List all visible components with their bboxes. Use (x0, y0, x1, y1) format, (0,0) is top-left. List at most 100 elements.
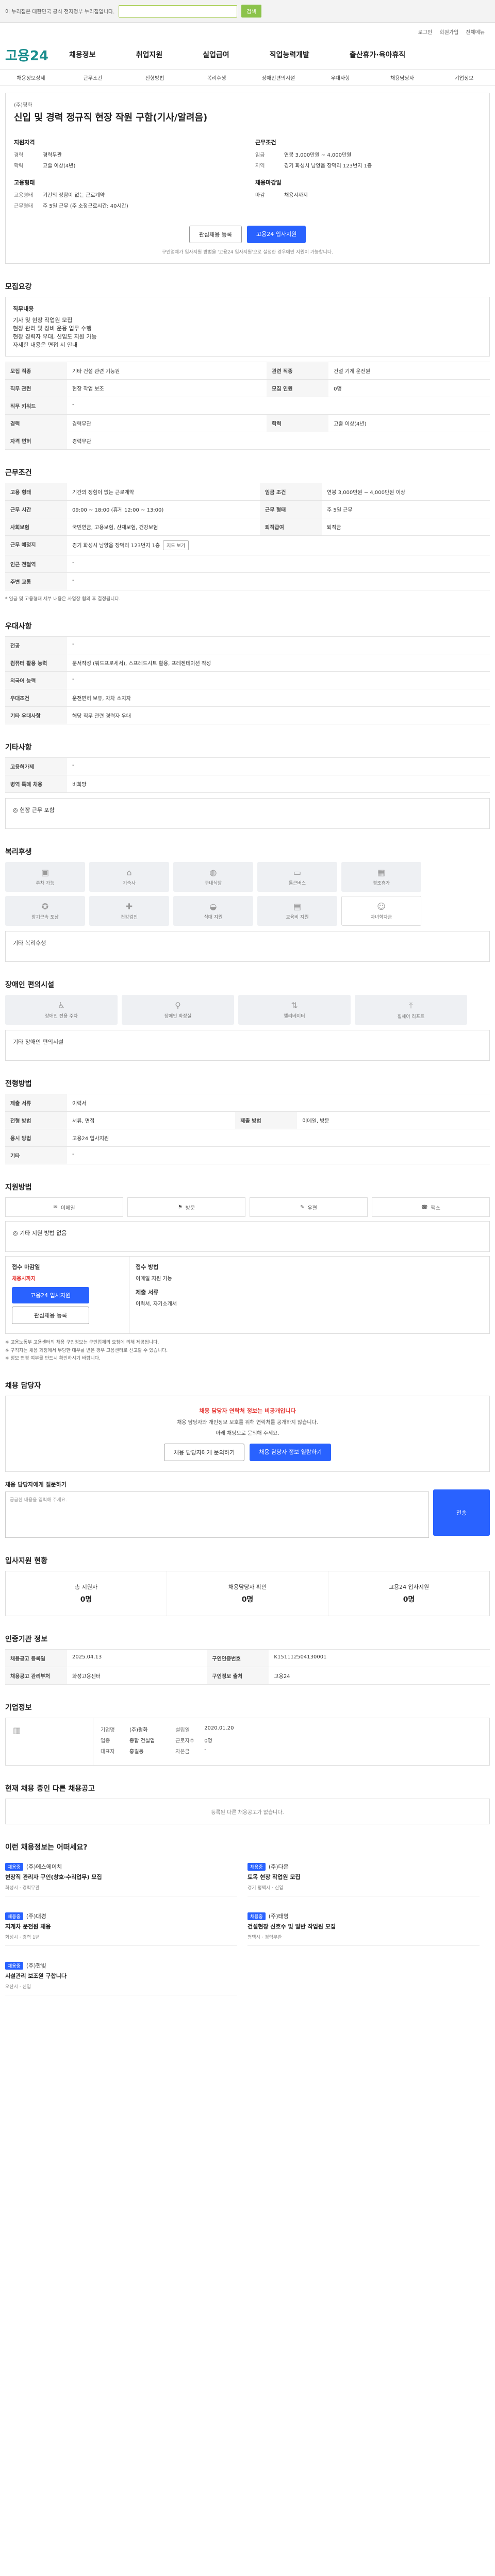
calendar-icon: ▦ (377, 868, 386, 878)
welfare-item: ▭ 통근버스 (257, 862, 337, 892)
welfare-box: 기타 복리후생 (5, 931, 490, 962)
all-menu-link[interactable]: 전체메뉴 (466, 28, 485, 36)
gnb-support[interactable]: 취업지원 (136, 49, 163, 60)
apply-notes: ※ 고용노동부 고용센터의 채용 구인정보는 구인업체의 요청에 의해 제공됩니… (5, 1340, 168, 1361)
list-item[interactable]: 채용중 (주)태명 건설현장 신호수 및 일반 작업원 모집 평택시 · 경력무관 (248, 1907, 480, 1946)
welfare-item: ▣ 주차 가능 (5, 862, 85, 892)
job-title: 신입 및 경력 정규직 현장 작원 구함(기사/알려음) (14, 112, 208, 123)
signup-link[interactable]: 회원가입 (439, 28, 458, 36)
fax-icon: ☎ (421, 1204, 428, 1210)
book-icon: ▤ (293, 902, 302, 912)
contact-title: 채용 담당자 (5, 1382, 41, 1391)
detail-table: 모집 직종 기타 건설 관련 기능원 관련 직종 건설 기계 운전원 직무 관련 현장 … (5, 362, 490, 450)
gnb-benefit[interactable]: 실업급여 (203, 49, 229, 60)
gnb-training[interactable]: 직업능력개발 (270, 49, 309, 60)
facility-title: 장애인 편의시설 (5, 981, 55, 990)
search-button[interactable]: 검색 (241, 5, 261, 18)
list-item[interactable]: 채용중 (주)한빛 시설관리 보조원 구합니다 오산시 · 신입 (5, 1956, 237, 1996)
gov-notice: 이 누리집은 대한민국 공식 전자정부 누리집입니다. (5, 9, 115, 15)
deadline: 채용시까지 (12, 1276, 36, 1282)
gov-banner: 이 누리집은 대한민국 공식 전자정부 누리집입니다. 검색 (0, 0, 495, 23)
apply-stats: 총 지원자 0명 채용담당자 확인 0명 고용24 입사지원 0명 (5, 1571, 490, 1617)
facility-grid: ♿ 장애인 전용 주차 ⚲ 장애인 화장실 ⇅ 엘리베이터 ⤒ 휠체어 리프트 (5, 995, 490, 1025)
apply-panel: 접수 마감일 채용시까지 고용24 입사지원 관심채용 등록 접수 방법 이메일… (5, 1256, 490, 1334)
gnb-jobs[interactable]: 채용정보 (69, 49, 96, 60)
child-icon: ☺ (377, 902, 386, 912)
contact-ask-button[interactable]: 채용 담당자에게 문의하기 (163, 1444, 245, 1462)
interest-button[interactable]: 관심채용 등록 (189, 226, 242, 243)
company-box: ▥ 기업명 (주)평화 업종 종합 건설업 대표자 홍길동 설립일 2020.01.20… (5, 1718, 490, 1766)
stats-title: 입사지원 현황 (5, 1557, 48, 1566)
prefer-title: 우대사항 (5, 622, 32, 631)
house-icon: ⌂ (126, 868, 132, 878)
welfare-item: ⌂ 기숙사 (89, 862, 169, 892)
apply-button[interactable]: 고용24 입사지원 (247, 226, 306, 243)
extra-title: 기타사항 (5, 743, 32, 752)
site-logo[interactable]: 고용24 (5, 45, 48, 64)
welfare-item: ▤ 교육비 지원 (257, 896, 337, 926)
list-item[interactable]: 채용중 (주)다온 토목 현장 작업원 모집 경기 평택시 · 신입 (248, 1857, 480, 1897)
toilet-icon: ⚲ (175, 1001, 181, 1011)
facility-box: 기타 장애인 편의시설 (5, 1030, 490, 1061)
elevator-icon: ⇅ (291, 1001, 298, 1011)
welfare-item: ✪ 장기근속 포상 (5, 896, 85, 926)
health-icon: ✚ (125, 902, 133, 912)
interest-button-2[interactable]: 관심채용 등록 (12, 1307, 89, 1325)
welfare-item: ◍ 구내식당 (173, 862, 253, 892)
global-nav: 채용정보 취업지원 실업급여 직업능력개발 출산휴가·육아휴직 (69, 49, 405, 60)
method-post: ✎ 우편 (250, 1197, 368, 1217)
meal-icon: ◍ (209, 868, 217, 878)
welfare-grid: ▣ 주차 가능 ⌂ 기숙사 ◍ 구내식당 ▭ 통근버스 ▦ 경조휴가 ✪ 장기근속 포상 ✚… (5, 862, 490, 926)
facility-item: ⚲ 장애인 화장실 (122, 995, 234, 1025)
conditions-table: 고용 형태 기간의 정함이 없는 근로계약 임금 조건 연봉 3,000만원 ~ 4,… (5, 483, 490, 590)
util-bar: 로그인 회원가입 전체메뉴 (0, 23, 495, 40)
same-title: 현재 채용 중인 다른 채용공고 (5, 1785, 95, 1793)
method-visit: ⚑ 방문 (127, 1197, 245, 1217)
list-item[interactable]: 채용중 (주)대경 지게차 운전원 채용 화성시 · 경력 1년 (5, 1907, 237, 1946)
detail-title: 모집요강 (5, 283, 32, 291)
map-button[interactable]: 지도 보기 (163, 540, 189, 550)
contact-box: 채용 담당자 연락처 정보는 비공개입니다 채용 담당자와 개인정보 보호를 위… (5, 1396, 490, 1472)
login-link[interactable]: 로그인 (418, 28, 433, 36)
company-name[interactable]: (주)평화 (14, 100, 481, 108)
condition-col: 근무조건 임금 연봉 3,000만원 ~ 4,000만원 지역 경기 화성시 남양읍… (255, 139, 372, 198)
award-icon: ✪ (41, 902, 49, 912)
chat-input[interactable]: 궁금한 내용을 입력해 주세요. (5, 1492, 429, 1538)
prefer-table: 전공 - 컴퓨터 활용 능력 문서작성 (워드프로세서), 스프레드시트 활용, 프… (5, 636, 490, 725)
contact-view-button[interactable]: 채용 담당자 정보 열람하기 (250, 1444, 332, 1462)
tab-facility[interactable]: 장애인편의시설 (248, 74, 309, 81)
info-table: 채용공고 등록일 2025.04.13 구인인증번호 K151112504130001… (5, 1649, 490, 1685)
parking-icon: ▣ (41, 868, 50, 878)
chat-send-button[interactable]: 전송 (433, 1489, 490, 1536)
apply-methods: ✉ 이메일 ⚑ 방문 ✎ 우편 ☎ 팩스 (5, 1197, 490, 1217)
welfare-item: ▦ 경조휴가 (341, 862, 421, 892)
section-tabs: 채용정보상세 근무조건 전형방법 복리후생 장애인편의시설 우대사항 채용담당자… (0, 69, 495, 86)
tab-contact[interactable]: 채용담당자 (371, 74, 433, 81)
food-icon: ◒ (209, 902, 217, 912)
tab-detail[interactable]: 채용정보상세 (0, 74, 62, 81)
building-icon: ▥ (13, 1725, 21, 1736)
lift-icon: ⤒ (409, 1000, 413, 1010)
extra-box: ◎ 현장 근무 포함 (5, 798, 490, 829)
post-icon: ✎ (300, 1204, 305, 1210)
tab-company[interactable]: 기업정보 (433, 74, 495, 81)
bus-icon: ▭ (293, 868, 302, 878)
facility-item: ⤒ 휠체어 리프트 (355, 995, 467, 1025)
welfare-item: ☺ 자녀학자금 (341, 896, 421, 926)
info-title: 인증기관 정보 (5, 1635, 48, 1644)
apply-button-2[interactable]: 고용24 입사지원 (12, 1287, 89, 1304)
gnb-leave[interactable]: 출산휴가·육아휴직 (350, 49, 405, 60)
job-summary: (주)평화 신입 및 경력 정규직 현장 작원 구함(기사/알려음) 지원자격 … (5, 93, 490, 264)
tab-welfare[interactable]: 복리후생 (186, 74, 248, 81)
method-fax: ☎ 팩스 (372, 1197, 490, 1217)
conditions-title: 근무조건 (5, 469, 32, 477)
tab-selection[interactable]: 전형방법 (124, 74, 186, 81)
tab-conditions[interactable]: 근무조건 (62, 74, 124, 81)
extra-table: 고용허가제 - 병역 특례 채용 비희망 (5, 757, 490, 793)
apply-title: 지원방법 (5, 1183, 32, 1192)
wheelchair-icon: ♿ (57, 1001, 65, 1011)
tab-prefer[interactable]: 우대사항 (309, 74, 371, 81)
chat-row: 채용 담당자에게 질문하기 궁금한 내용을 입력해 주세요. 전송 (5, 1480, 490, 1538)
search-input[interactable] (119, 5, 238, 18)
list-item[interactable]: 채용중 (주)에스에이치 현장직 관리자 구인(창호·수리업무) 모집 화성시 · 경… (5, 1857, 237, 1897)
